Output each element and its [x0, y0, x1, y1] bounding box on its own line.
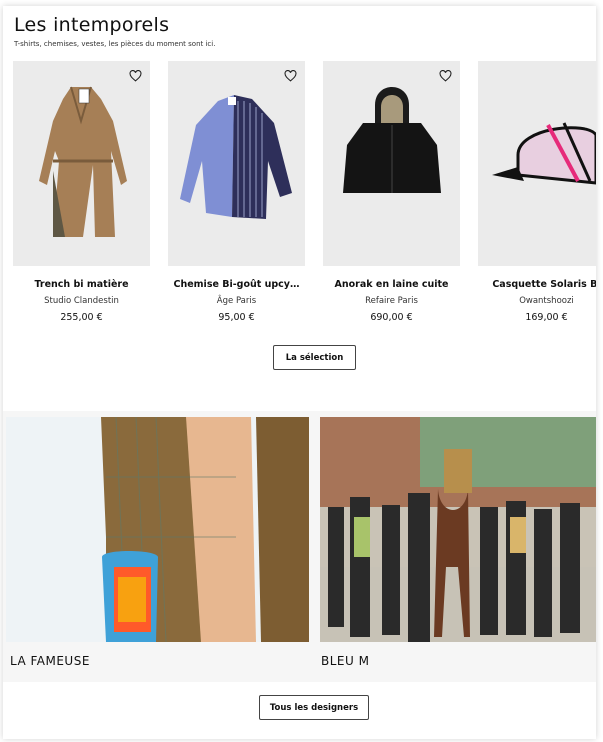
product-name[interactable]: Casquette Solaris Bl — [478, 279, 596, 290]
heart-icon[interactable] — [129, 70, 142, 82]
cap-image — [492, 122, 596, 185]
designer-name[interactable]: BLEU M — [321, 654, 369, 668]
product-price: 255,00 € — [60, 312, 103, 323]
section-title: Les intemporels — [14, 14, 170, 36]
product-card[interactable]: Casquette Solaris Bl Owantshoozi 169,00 … — [478, 61, 596, 323]
heart-icon[interactable] — [284, 70, 297, 82]
product-card[interactable]: Chemise Bi-goût upcy… Âge Paris 95,00 € — [168, 61, 305, 323]
product-name[interactable]: Chemise Bi-goût upcy… — [168, 279, 305, 290]
designer-name[interactable]: LA FAMEUSE — [10, 654, 90, 668]
selection-button[interactable]: La sélection — [273, 345, 356, 370]
anorak-image — [343, 87, 441, 193]
page-frame: Les intemporels T-shirts, chemises, vest… — [3, 6, 596, 739]
product-image[interactable] — [478, 61, 596, 266]
designer-tile-image[interactable] — [320, 417, 596, 642]
product-name[interactable]: Anorak en laine cuite — [323, 279, 460, 290]
product-card[interactable]: Anorak en laine cuite Refaire Paris 690,… — [323, 61, 460, 323]
product-image[interactable] — [168, 61, 305, 266]
heart-icon[interactable] — [439, 70, 452, 82]
designer-photo-jacket — [6, 417, 309, 642]
product-brand[interactable]: Owantshoozi — [478, 296, 596, 306]
designer-tile-image[interactable] — [6, 417, 309, 642]
all-designers-button[interactable]: Tous les designers — [259, 695, 369, 720]
product-name[interactable]: Trench bi matière — [13, 279, 150, 290]
product-brand[interactable]: Âge Paris — [168, 296, 305, 306]
product-price: 169,00 € — [525, 312, 568, 323]
product-carousel[interactable]: Trench bi matière Studio Clandestin 255,… — [13, 61, 596, 326]
product-brand[interactable]: Refaire Paris — [323, 296, 460, 306]
shirt-image — [180, 95, 292, 219]
trench-coat-image — [39, 86, 127, 237]
product-price: 690,00 € — [370, 312, 413, 323]
product-brand[interactable]: Studio Clandestin — [13, 296, 150, 306]
product-image[interactable] — [323, 61, 460, 266]
product-price: 95,00 € — [218, 312, 255, 323]
designer-photo-crowd — [320, 417, 596, 642]
product-card[interactable]: Trench bi matière Studio Clandestin 255,… — [13, 61, 150, 323]
product-image[interactable] — [13, 61, 150, 266]
section-subtitle: T-shirts, chemises, vestes, les pièces d… — [14, 40, 216, 48]
